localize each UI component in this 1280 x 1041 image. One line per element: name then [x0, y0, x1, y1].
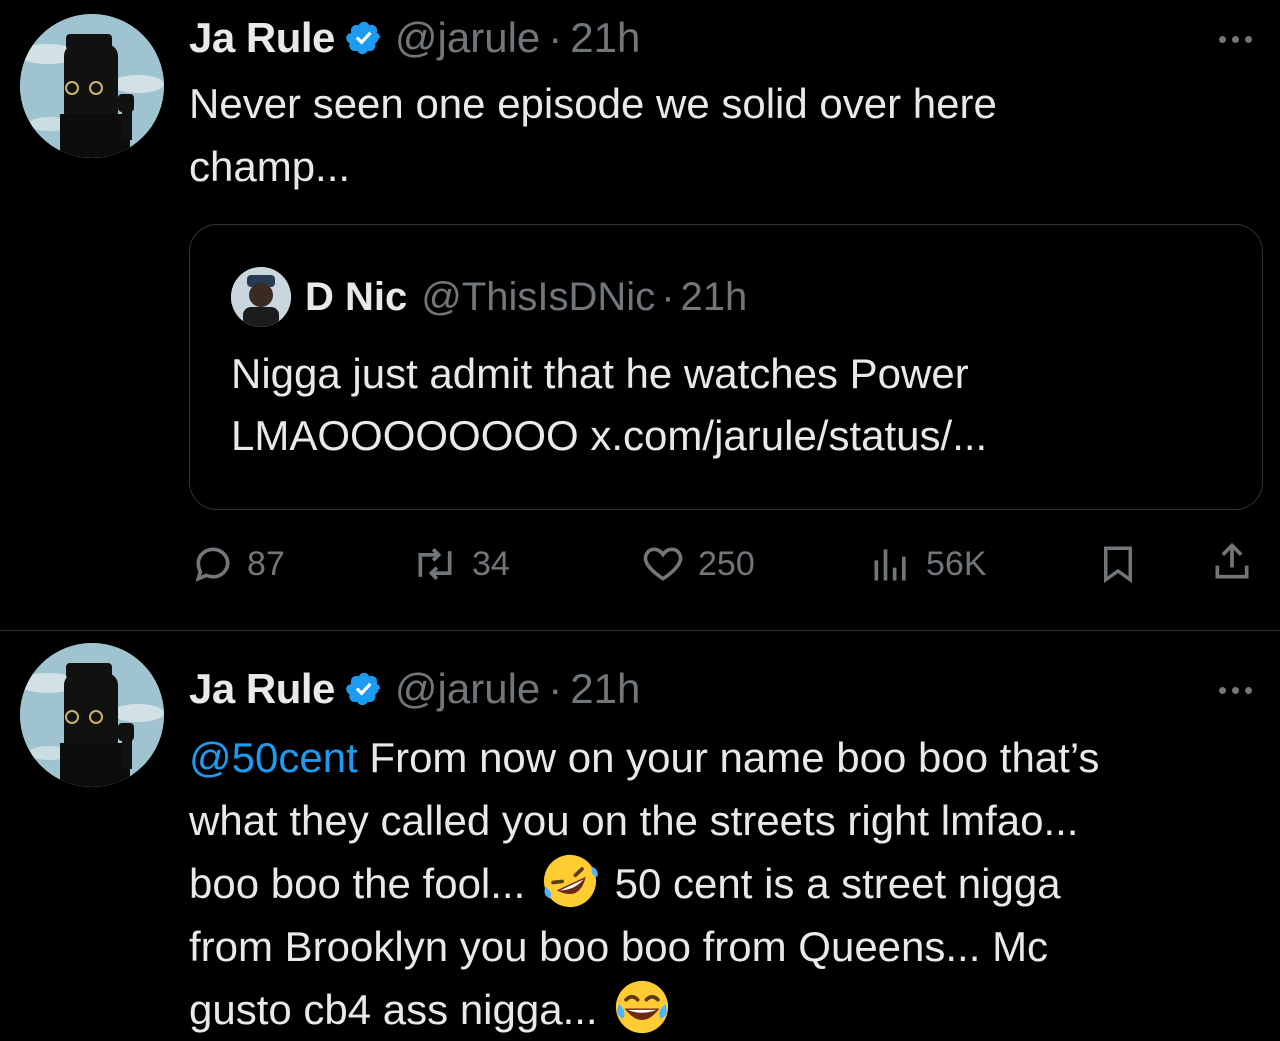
repost-icon — [418, 548, 452, 580]
tweet-text-line: @50cent From now on your name boo boo th… — [189, 726, 1259, 789]
tweet-text: @50cent From now on your name boo boo th… — [189, 726, 1259, 1041]
verified-badge-icon — [346, 672, 381, 706]
quoted-text-line: LMAOOOOOOOO x.com/jarule/status/... — [231, 405, 1231, 467]
more-options-icon[interactable] — [1219, 687, 1252, 694]
tweet-text-line: what they called you on the streets righ… — [189, 797, 1079, 844]
quoted-tweet[interactable]: D Nic @ThisIsDNic · 21h Nigga just admit… — [189, 224, 1263, 510]
author-handle[interactable]: @jarule — [395, 665, 540, 713]
tears-of-joy-emoji — [616, 980, 669, 1034]
tweet-header: Ja Rule @jarule · 21h — [189, 13, 640, 63]
tweet-text-line: champ... — [189, 143, 351, 190]
quoted-text-line: Nigga just admit that he watches Power — [231, 350, 969, 397]
tweet-text: Never seen one episode we solid over her… — [189, 72, 1259, 198]
bookmark-icon — [1104, 546, 1132, 584]
quoted-timestamp: 21h — [680, 274, 748, 319]
like-button[interactable]: 250 — [640, 542, 755, 586]
tweet-text-line: boo boo the fool... 50 cent is a street … — [189, 852, 1259, 915]
separator-dot: · — [548, 665, 563, 712]
views-button[interactable]: 56K — [868, 542, 987, 586]
share-button[interactable] — [1210, 539, 1254, 585]
tweet-text-segment: 50 cent is a street nigga — [614, 860, 1061, 907]
quoted-tweet-text: Nigga just admit that he watches Power L… — [231, 343, 1231, 467]
author-handle[interactable]: @jarule — [395, 14, 540, 62]
reply-count: 87 — [247, 544, 285, 583]
heart-icon — [643, 547, 683, 581]
author-name[interactable]: Ja Rule — [189, 14, 335, 62]
rolling-on-floor-laughing-emoji — [543, 854, 598, 908]
quoted-author-handle: @ThisIsDNic — [421, 274, 656, 319]
verified-badge-icon — [346, 21, 381, 55]
timestamp[interactable]: 21h — [570, 14, 640, 62]
reply-icon — [195, 547, 230, 582]
quoted-text-prefix: LMAOOOOOOOO — [231, 412, 579, 459]
bookmark-button[interactable] — [1097, 542, 1139, 586]
tweet-text-segment: gusto cb4 ass nigga... — [189, 986, 598, 1033]
separator-dot: · — [548, 14, 563, 61]
views-chart-icon — [874, 549, 906, 581]
quoted-link[interactable]: x.com/jarule/status/... — [590, 412, 987, 459]
tweet-text-line: from Brooklyn you boo boo from Queens...… — [189, 923, 1049, 970]
tweet-text-line: Never seen one episode we solid over her… — [189, 80, 997, 127]
separator-dot: · — [661, 274, 675, 319]
share-icon — [1215, 542, 1249, 579]
reply-button[interactable]: 87 — [191, 542, 285, 586]
repost-count: 34 — [472, 544, 510, 583]
timestamp[interactable]: 21h — [570, 665, 640, 713]
author-avatar[interactable] — [20, 643, 164, 787]
views-count: 56K — [926, 544, 987, 583]
tweet-1[interactable]: Ja Rule @jarule · 21h Never seen one epi… — [0, 0, 1280, 630]
like-count: 250 — [698, 544, 755, 583]
tweet-text-segment: From now on your name boo boo that’s — [369, 734, 1100, 781]
tweet-2[interactable]: Ja Rule @jarule · 21h @50cent From now o… — [0, 631, 1280, 1041]
more-options-icon[interactable] — [1219, 36, 1252, 43]
quoted-tweet-header: D Nic @ThisIsDNic · 21h — [231, 267, 747, 327]
author-avatar[interactable] — [20, 14, 164, 158]
tweet-actions: 87 34 250 56K — [0, 535, 1280, 593]
author-name[interactable]: Ja Rule — [189, 665, 335, 713]
tweet-text-segment: boo boo the fool... — [189, 860, 526, 907]
repost-button[interactable]: 34 — [410, 542, 510, 586]
tweet-header: Ja Rule @jarule · 21h — [189, 664, 640, 714]
quoted-author-name: D Nic — [305, 274, 408, 319]
tweet-text-line: gusto cb4 ass nigga... — [189, 978, 1259, 1041]
quoted-author-avatar — [231, 267, 291, 327]
mention-link[interactable]: @50cent — [189, 734, 358, 781]
